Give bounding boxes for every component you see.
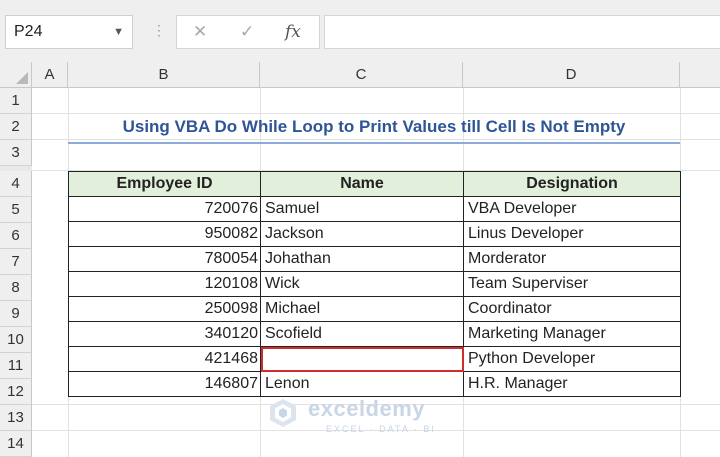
cell-designation[interactable]: Python Developer (463, 346, 681, 372)
name-box-value: P24 (14, 23, 43, 40)
worksheet-grid[interactable]: Using VBA Do While Loop to Print Values … (32, 88, 720, 457)
insert-function-icon[interactable]: fx (285, 22, 301, 42)
header-employee-id[interactable]: Employee ID (68, 171, 261, 197)
name-box[interactable]: P24 ▼ (5, 15, 133, 49)
chevron-down-icon[interactable]: ▼ (113, 16, 124, 48)
cell-employee-id[interactable]: 250098 (68, 296, 261, 322)
watermark-tagline: EXCEL · DATA · BI (326, 424, 436, 434)
row-header[interactable]: 7 (0, 249, 32, 275)
formula-bar: P24 ▼ ⋮ ✕ ✓ fx (0, 0, 720, 62)
row-header[interactable]: 14 (0, 431, 32, 457)
cell-employee-id[interactable]: 720076 (68, 196, 261, 222)
title-underline (68, 142, 680, 144)
formula-input[interactable] (324, 15, 720, 49)
table-row: 250098 Michael Coordinator (68, 296, 681, 322)
watermark-name: exceldemy (308, 396, 426, 421)
row-header[interactable]: 11 (0, 353, 32, 379)
cell-name[interactable]: Samuel (260, 196, 464, 222)
exceldemy-logo-icon (270, 399, 296, 427)
enter-icon[interactable]: ✓ (240, 22, 254, 42)
employee-table: Employee ID Name Designation 720076 Samu… (68, 171, 681, 397)
cell-designation[interactable]: VBA Developer (463, 196, 681, 222)
cell-name[interactable]: Wick (260, 271, 464, 297)
table-row: 950082 Jackson Linus Developer (68, 221, 681, 247)
cell-designation[interactable]: Marketing Manager (463, 321, 681, 347)
cell-employee-id[interactable]: 780054 (68, 246, 261, 272)
sheet-title: Using VBA Do While Loop to Print Values … (122, 117, 626, 136)
header-designation[interactable]: Designation (463, 171, 681, 197)
row-header[interactable]: 13 (0, 405, 32, 431)
cancel-icon[interactable]: ✕ (193, 22, 207, 42)
table-row: 146807 Lenon H.R. Manager (68, 371, 681, 397)
formula-buttons: ✕ ✓ fx (176, 15, 320, 49)
table-row: 340120 Scofield Marketing Manager (68, 321, 681, 347)
cell-employee-id[interactable]: 421468 (68, 346, 261, 372)
column-header-a[interactable]: A (32, 62, 68, 88)
cell-employee-id[interactable]: 340120 (68, 321, 261, 347)
cell-employee-id[interactable]: 950082 (68, 221, 261, 247)
row-header[interactable]: 2 (0, 114, 32, 140)
table-header-row: Employee ID Name Designation (68, 171, 681, 197)
row-header[interactable]: 12 (0, 379, 32, 405)
row-header[interactable]: 3 (0, 140, 32, 166)
cell-name[interactable]: Lenon (260, 371, 464, 397)
more-options-icon: ⋮ (152, 22, 166, 38)
column-header-c[interactable]: C (260, 62, 463, 88)
cell-designation[interactable]: H.R. Manager (463, 371, 681, 397)
row-header[interactable]: 6 (0, 223, 32, 249)
table-row: 720076 Samuel VBA Developer (68, 196, 681, 222)
row-header[interactable]: 9 (0, 301, 32, 327)
column-headers: A B C D (0, 62, 720, 88)
selected-empty-name-cell[interactable] (260, 346, 464, 372)
column-header-d[interactable]: D (463, 62, 680, 88)
cell-designation[interactable]: Linus Developer (463, 221, 681, 247)
row-header[interactable]: 1 (0, 88, 32, 114)
cell-designation[interactable]: Morderator (463, 246, 681, 272)
row-header[interactable]: 5 (0, 197, 32, 223)
table-row: 421468 Python Developer (68, 346, 681, 372)
cell-designation[interactable]: Team Superviser (463, 271, 681, 297)
header-name[interactable]: Name (260, 171, 464, 197)
row-header[interactable]: 8 (0, 275, 32, 301)
cell-name[interactable]: Scofield (260, 321, 464, 347)
row-header[interactable]: 10 (0, 327, 32, 353)
row-header[interactable]: 4 (0, 171, 32, 197)
column-header-e[interactable] (680, 62, 720, 88)
cell-employee-id[interactable]: 146807 (68, 371, 261, 397)
cell-name[interactable]: Johathan (260, 246, 464, 272)
select-all-button[interactable] (0, 62, 32, 88)
table-row: 120108 Wick Team Superviser (68, 271, 681, 297)
table-row: 780054 Johathan Morderator (68, 246, 681, 272)
cell-employee-id[interactable]: 120108 (68, 271, 261, 297)
cell-name[interactable]: Jackson (260, 221, 464, 247)
cell-designation[interactable]: Coordinator (463, 296, 681, 322)
cell-name[interactable]: Michael (260, 296, 464, 322)
column-header-b[interactable]: B (68, 62, 260, 88)
